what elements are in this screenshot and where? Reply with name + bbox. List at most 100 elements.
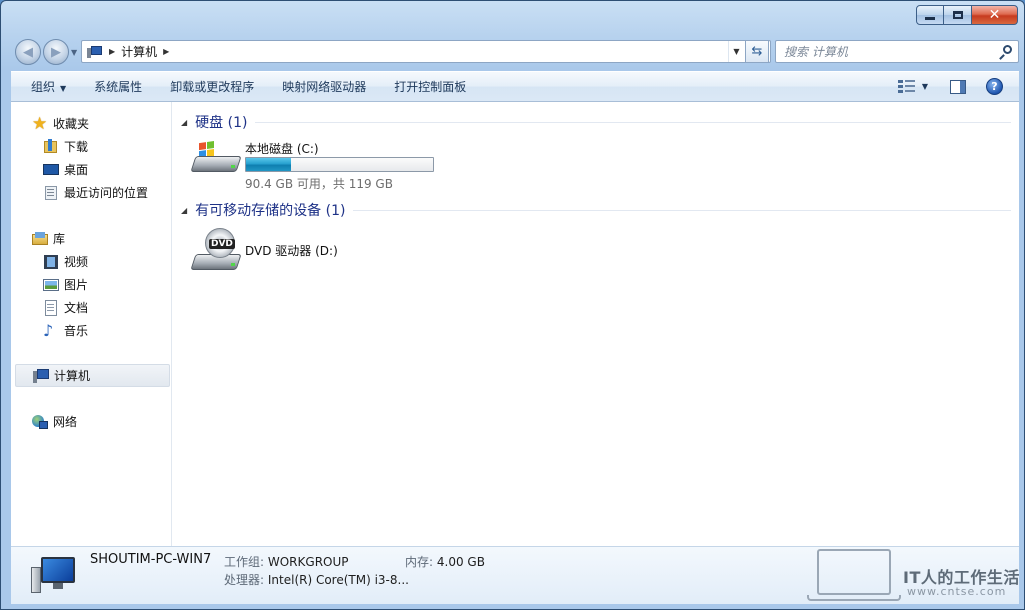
favorites-group: ★ 收藏夹 下载 桌面 最近访问的位置 [11, 112, 172, 204]
video-icon [43, 254, 59, 270]
search-input[interactable] [784, 44, 984, 59]
drive-info: DVD 驱动器 (D:) [245, 228, 338, 258]
drive-item-d[interactable]: DVD DVD 驱动器 (D:) [190, 228, 338, 274]
breadcrumb-separator[interactable]: ▶ [109, 47, 115, 56]
sidebar-item-computer[interactable]: 计算机 [15, 364, 170, 387]
picture-icon [43, 277, 59, 293]
dvd-drive-icon: DVD [190, 228, 242, 274]
computer-group: 计算机 [11, 364, 172, 387]
sidebar-item-label: 最近访问的位置 [64, 186, 149, 200]
sidebar-item-downloads[interactable]: 下载 [11, 135, 172, 158]
processor-label: 处理器: [224, 573, 265, 587]
breadcrumb-separator[interactable]: ▶ [163, 47, 169, 56]
collapse-triangle-icon[interactable]: ◢ [181, 206, 187, 215]
sidebar-item-label: 文档 [64, 301, 89, 315]
breadcrumb-computer[interactable]: 计算机 [121, 43, 157, 60]
back-arrow-icon: ◀ [23, 44, 33, 60]
desktop-icon [43, 162, 59, 178]
libraries-group: 库 视频 图片 文档 ♪ 音乐 [11, 227, 172, 342]
star-icon: ★ [32, 113, 48, 134]
workgroup-label: 工作组: [224, 555, 265, 569]
sidebar-item-documents[interactable]: 文档 [11, 296, 172, 319]
address-bar[interactable]: ▶ 计算机 ▶ ▼ [81, 40, 771, 63]
minimize-icon [925, 17, 935, 20]
organize-label: 组织 [31, 80, 56, 94]
document-icon [43, 299, 59, 316]
sidebar-item-label: 视频 [64, 255, 89, 269]
main-pane: ◢ 硬盘 (1) 本地磁盘 (C:) 90.4 GB 可用，共 119 GB ◢… [173, 102, 1019, 546]
sidebar-item-label: 收藏夹 [53, 117, 90, 131]
sidebar-item-label: 下载 [64, 140, 89, 154]
music-note-icon: ♪ [43, 320, 54, 340]
sidebar-item-label: 桌面 [64, 163, 89, 177]
collapse-triangle-icon[interactable]: ◢ [181, 118, 187, 127]
watermark-url: www.cntse.com [907, 585, 1007, 598]
group-title: 硬盘 (1) [195, 115, 248, 131]
pc-name: SHOUTIM-PC-WIN7 [90, 552, 212, 567]
computer-icon [87, 45, 103, 58]
back-button[interactable]: ◀ [15, 39, 41, 65]
search-icon[interactable] [998, 44, 1012, 60]
minimize-button[interactable] [916, 5, 944, 25]
caption-buttons: ✕ [916, 5, 1018, 25]
sidebar-item-label: 网络 [53, 415, 78, 429]
address-dropdown[interactable]: ▼ [728, 41, 744, 62]
drive-info: 本地磁盘 (C:) 90.4 GB 可用，共 119 GB [245, 139, 434, 192]
refresh-icon: ⇆ [751, 44, 763, 59]
change-view-icon[interactable] [897, 79, 916, 94]
dvd-label: DVD [209, 239, 235, 249]
map-network-drive-button[interactable]: 映射网络驱动器 [268, 78, 380, 95]
refresh-button[interactable]: ⇆ [745, 40, 769, 63]
processor-value: Intel(R) Core(TM) i3-8... [267, 573, 409, 587]
drive-name: 本地磁盘 (C:) [245, 142, 319, 156]
library-icon [32, 231, 48, 247]
system-properties-button[interactable]: 系统属性 [80, 78, 156, 95]
organize-button[interactable]: 组织 ▼ [11, 78, 80, 95]
drive-free-space: 90.4 GB 可用，共 119 GB [245, 177, 393, 191]
view-options-dropdown[interactable]: ▼ [922, 82, 928, 91]
search-box[interactable] [775, 40, 1019, 63]
removable-group-header[interactable]: ◢ 有可移动存储的设备 (1) [181, 200, 1011, 220]
navigation-row: ◀ ▶ ▼ ▶ 计算机 ▶ ▼ ⇆ [11, 39, 1019, 65]
maximize-icon [952, 11, 963, 19]
close-icon: ✕ [988, 7, 1001, 23]
explorer-window: ✕ ◀ ▶ ▼ ▶ 计算机 ▶ ▼ ⇆ 搜索 计算机 组织 ▼ 系统属性 卸载或… [0, 0, 1025, 610]
network-icon [32, 414, 48, 430]
workgroup-row: 工作组: WORKGROUP [224, 553, 349, 570]
memory-value: 4.00 GB [436, 555, 485, 569]
toolbar-right: ▼ ? [897, 78, 1019, 95]
workgroup-value: WORKGROUP [267, 555, 349, 569]
memory-label: 内存: [405, 555, 434, 569]
command-bar: 组织 ▼ 系统属性 卸载或更改程序 映射网络驱动器 打开控制面板 ▼ ? [11, 71, 1019, 102]
sidebar-item-libraries[interactable]: 库 [11, 227, 172, 250]
sidebar-item-music[interactable]: ♪ 音乐 [11, 319, 172, 342]
open-control-panel-button[interactable]: 打开控制面板 [380, 78, 480, 95]
computer-icon [31, 555, 77, 595]
forward-arrow-icon: ▶ [51, 44, 61, 60]
watermark: IT人的工作生活 www.cntse.com [807, 547, 1025, 610]
sidebar-item-favorites[interactable]: ★ 收藏夹 [11, 112, 172, 135]
drive-item-c[interactable]: 本地磁盘 (C:) 90.4 GB 可用，共 119 GB [190, 139, 434, 192]
preview-pane-icon[interactable] [950, 79, 966, 94]
sidebar-item-label: 库 [53, 232, 66, 246]
computer-icon [33, 368, 49, 384]
network-group: 网络 [11, 410, 172, 433]
capacity-bar [245, 157, 434, 172]
sidebar-item-network[interactable]: 网络 [11, 410, 172, 433]
sidebar-item-pictures[interactable]: 图片 [11, 273, 172, 296]
uninstall-program-button[interactable]: 卸载或更改程序 [156, 78, 268, 95]
hard-disks-group-header[interactable]: ◢ 硬盘 (1) [181, 112, 1011, 132]
forward-button[interactable]: ▶ [43, 39, 69, 65]
processor-row: 处理器: Intel(R) Core(TM) i3-8... [224, 571, 409, 588]
laptop-icon [817, 549, 891, 595]
help-icon[interactable]: ? [986, 78, 1003, 95]
navigation-pane: ★ 收藏夹 下载 桌面 最近访问的位置 库 视频 图片 文档 ♪ 音乐 计算机 … [11, 102, 172, 546]
download-folder-icon [43, 138, 59, 155]
sidebar-item-recent-places[interactable]: 最近访问的位置 [11, 181, 172, 204]
sidebar-item-videos[interactable]: 视频 [11, 250, 172, 273]
memory-row: 内存: 4.00 GB [405, 553, 485, 570]
sidebar-item-desktop[interactable]: 桌面 [11, 158, 172, 181]
close-button[interactable]: ✕ [972, 5, 1018, 25]
maximize-button[interactable] [944, 5, 972, 25]
recent-pages-dropdown[interactable]: ▼ [71, 48, 77, 57]
